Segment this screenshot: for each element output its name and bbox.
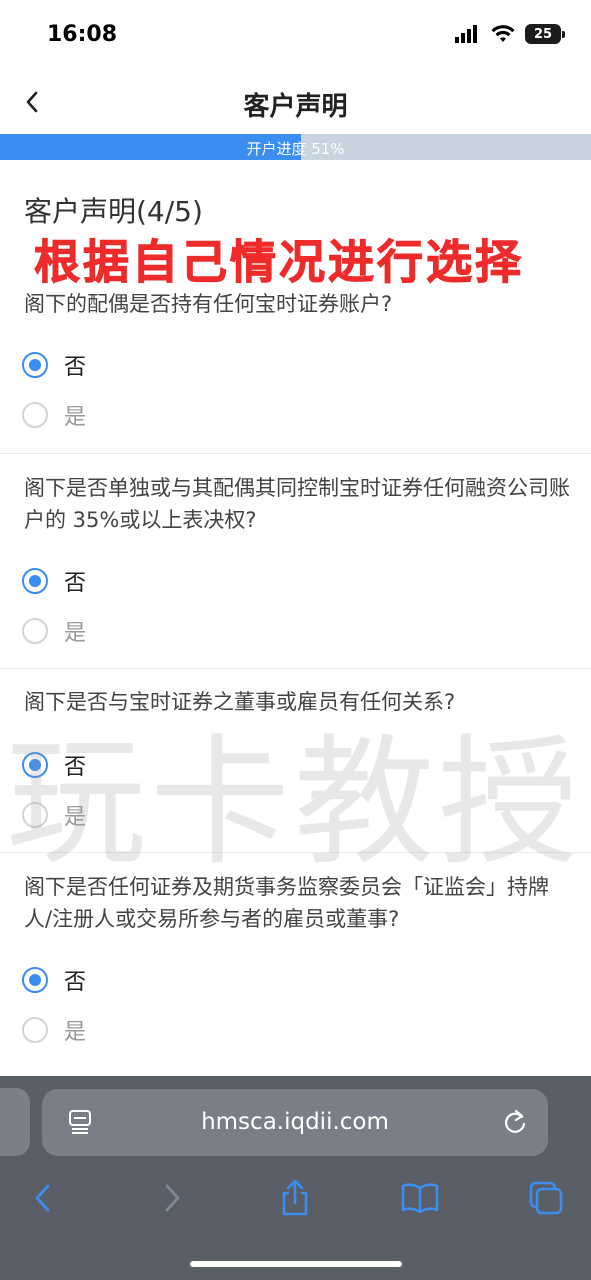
status-time: 16:08 — [47, 22, 118, 47]
reload-icon[interactable] — [502, 1108, 528, 1136]
browser-back-icon — [35, 1184, 50, 1212]
question-1: 阁下的配偶是否持有任何宝时证券账户? — [24, 292, 393, 316]
bookmarks-button[interactable] — [398, 1176, 442, 1220]
divider — [0, 668, 591, 669]
browser-forward-icon — [165, 1184, 180, 1212]
status-bar: 16:08 25 — [0, 0, 591, 70]
section-title: 客户声明(4/5) — [24, 195, 203, 228]
q4-option-yes[interactable]: 是 — [22, 1014, 86, 1046]
battery-level: 25 — [533, 26, 553, 42]
share-button[interactable] — [273, 1176, 317, 1220]
overlay-banner: 根据自己情况进行选择 — [34, 235, 524, 290]
option-label: 是 — [64, 405, 87, 430]
divider — [0, 453, 591, 454]
option-label: 否 — [64, 355, 87, 380]
q2-option-no[interactable]: 否 — [22, 565, 86, 597]
question-2: 阁下是否单独或与其配偶其同控制宝时证券任何融资公司账户的 35%或以上表决权? — [24, 476, 570, 532]
page-title: 客户声明 — [243, 92, 348, 122]
q2-option-yes[interactable]: 是 — [22, 615, 86, 647]
question-4: 阁下是否任何证券及期货事务监察委员会「证监会」持牌人/注册人或交易所参与者的雇员… — [24, 875, 549, 931]
radio-button[interactable] — [22, 568, 48, 594]
radio-button[interactable] — [22, 802, 48, 828]
status-icons: 25 — [455, 24, 565, 44]
browser-chrome: hmsca.iqdii.com — [0, 1076, 591, 1280]
option-label: 是 — [64, 621, 87, 646]
radio-button[interactable] — [22, 1017, 48, 1043]
q4-option-no[interactable]: 否 — [22, 964, 86, 996]
bookmarks-icon — [401, 1183, 439, 1214]
cellular-signal-icon — [455, 25, 477, 43]
q3-option-no[interactable]: 否 — [22, 749, 86, 781]
option-label: 是 — [64, 1020, 87, 1045]
url-text: hmsca.iqdii.com — [201, 1109, 389, 1135]
watermark: 玩卡教授 — [6, 722, 583, 885]
tabs-icon — [529, 1181, 563, 1215]
browser-forward-button[interactable] — [150, 1176, 194, 1220]
url-bar[interactable]: hmsca.iqdii.com — [42, 1089, 548, 1156]
progress-bar: 开户进度 51% — [0, 134, 591, 160]
previous-tab-peek[interactable] — [0, 1088, 30, 1156]
radio-button[interactable] — [22, 618, 48, 644]
q1-option-no[interactable]: 否 — [22, 349, 86, 381]
share-icon — [282, 1179, 308, 1216]
question-3: 阁下是否与宝时证券之董事或雇员有任何关系? — [24, 690, 456, 714]
q1-option-yes[interactable]: 是 — [22, 399, 86, 431]
progress-label: 开户进度 51% — [246, 140, 345, 158]
radio-button[interactable] — [22, 752, 48, 778]
wifi-icon — [491, 25, 515, 42]
radio-button[interactable] — [22, 967, 48, 993]
browser-toolbar — [0, 1176, 591, 1226]
radio-button[interactable] — [22, 352, 48, 378]
option-label: 否 — [64, 571, 87, 596]
option-label: 否 — [64, 755, 87, 780]
q3-option-yes[interactable]: 是 — [22, 799, 86, 831]
option-label: 否 — [64, 970, 87, 995]
battery-icon: 25 — [525, 24, 565, 44]
tabs-button[interactable] — [524, 1176, 568, 1220]
nav-bar: 客户声明 — [0, 70, 591, 134]
home-indicator[interactable] — [190, 1261, 402, 1267]
radio-button[interactable] — [22, 402, 48, 428]
option-label: 是 — [64, 805, 87, 830]
divider — [0, 852, 591, 853]
browser-back-button[interactable] — [21, 1176, 65, 1220]
